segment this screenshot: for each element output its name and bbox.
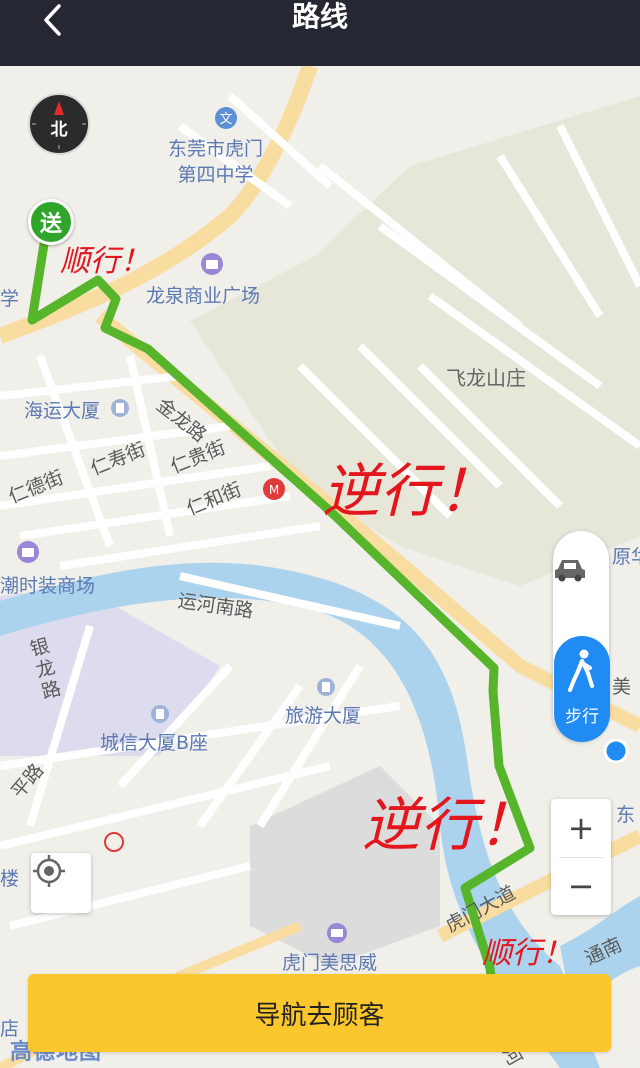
lvyou-label: 旅游大厦: [285, 705, 362, 727]
haiyun-label: 海运大厦: [24, 400, 101, 422]
chaoshi-label: 潮时装商场: [0, 575, 96, 597]
dong-label: 东: [616, 804, 636, 826]
chengxin-label: 城信大厦B座: [100, 732, 209, 754]
zoom-in-button[interactable]: +: [551, 799, 611, 857]
zoom-control: + −: [551, 799, 611, 915]
annotation-shunxing-2: 顺行！: [482, 936, 572, 971]
page-title: 路线: [291, 0, 348, 33]
mei-label: 美: [612, 676, 632, 698]
annotation-nixing-1: 逆行！: [322, 457, 497, 525]
car-icon: [555, 560, 585, 582]
walking-icon: [568, 649, 594, 692]
hotel-icon: [327, 923, 347, 943]
compass-button[interactable]: 北: [28, 93, 90, 155]
xue-label: 学: [0, 288, 20, 310]
school-icon: 文: [215, 107, 237, 129]
current-location-dot: [603, 738, 629, 764]
shopping-icon-2: [17, 541, 39, 563]
compass-label: 北: [50, 120, 68, 140]
navigate-to-customer-button[interactable]: 导航去顾客: [28, 974, 611, 1052]
top-bar: 路线: [0, 0, 640, 66]
annotation-shunxing-1: 顺行！: [60, 244, 150, 279]
map-canvas: 文 M: [0, 66, 640, 1068]
start-pin[interactable]: 送: [28, 199, 74, 245]
svg-text:文: 文: [219, 112, 232, 127]
start-pin-label: 送: [39, 212, 62, 237]
school-label: 东莞市虎门 第四中学: [168, 138, 264, 186]
locate-icon: [33, 855, 65, 887]
lou-label: 楼: [0, 868, 20, 890]
walk-mode-button[interactable]: 步行: [554, 636, 610, 742]
feilong-label: 飞龙山庄: [446, 366, 526, 390]
building-icon-3: [151, 705, 169, 723]
metro-icon: M: [263, 478, 285, 500]
yuan-label: 原华: [612, 546, 640, 568]
car-mode-button[interactable]: [553, 557, 609, 601]
building-icon: [111, 399, 129, 417]
locate-button[interactable]: [31, 853, 91, 913]
bank-icon: [104, 832, 124, 852]
zoom-out-button[interactable]: −: [551, 857, 611, 915]
walk-mode-label: 步行: [565, 707, 599, 727]
annotation-nixing-2: 逆行！: [362, 791, 537, 859]
humen-meisi-label: 虎门美思威: [282, 952, 378, 974]
building-icon-2: [317, 678, 335, 696]
map-view[interactable]: 文 M 东莞市虎门 第四中学 龙泉商业广场 飞龙山庄 海运大厦 金龙路 仁寿街 …: [0, 66, 640, 1068]
svg-text:M: M: [269, 483, 279, 497]
longquan-label: 龙泉商业广场: [146, 285, 261, 307]
shopping-icon: [201, 253, 223, 275]
